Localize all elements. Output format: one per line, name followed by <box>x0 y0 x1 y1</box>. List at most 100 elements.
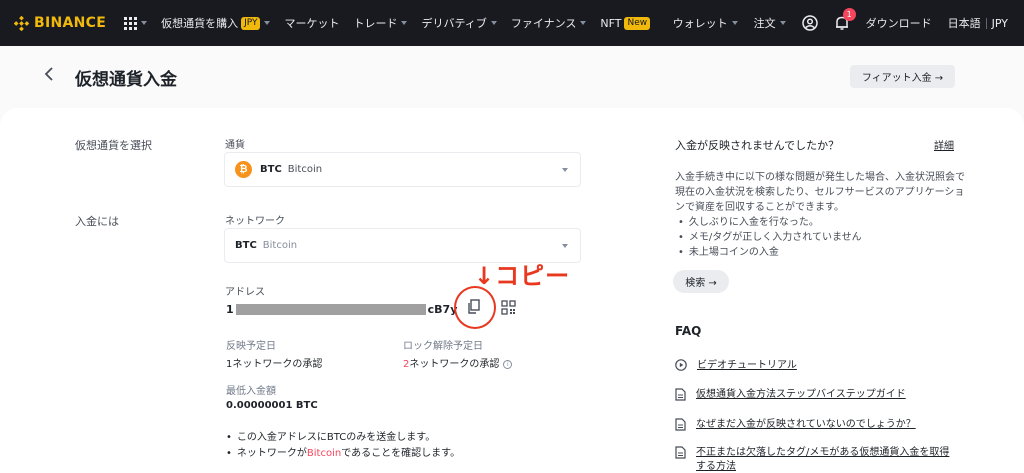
nav-label: ウォレット <box>672 17 728 30</box>
chevron-down-icon <box>731 21 738 25</box>
notification-bell-icon[interactable]: 1 <box>834 8 856 31</box>
faq-title: FAQ <box>675 324 702 338</box>
language-currency-selector[interactable]: 日本語 JPY <box>948 15 1008 31</box>
faq-item-label: 仮想通貨入金方法ステップバイステップガイド <box>696 389 906 400</box>
nav-download[interactable]: ダウンロード <box>866 15 932 31</box>
network-symbol: BTC <box>235 240 257 251</box>
address-start: 1 <box>226 303 234 316</box>
nav-derivatives[interactable]: デリバティブ <box>421 15 497 31</box>
arrival-text: ネットワークの承認 <box>232 359 323 370</box>
nav-label: ファイナンス <box>510 17 577 30</box>
dropdown-caret-icon <box>562 244 568 248</box>
chevron-down-icon <box>580 21 587 25</box>
faq-item-missing-tag[interactable]: 不正または欠落したタグ/メモがある仮想通貨入金を取得する方法 <box>675 446 956 473</box>
address-redaction <box>235 304 426 315</box>
chevron-down-icon <box>779 21 786 25</box>
play-icon <box>675 359 687 371</box>
nav-orders[interactable]: 注文 <box>754 15 786 31</box>
jpy-badge: JPY <box>241 16 261 30</box>
copy-annotation: ↓コピー <box>474 262 571 290</box>
faq-item-not-credited[interactable]: なぜまだ入金が反映されていないのでしょうか？ <box>675 418 956 432</box>
deposit-to-label: 入金には <box>75 215 119 228</box>
currency-select[interactable]: ₿ BTC Bitcoin <box>224 152 581 187</box>
deposit-notes: この入金アドレスにBTCのみを送金します。 ネットワークがBitcoinであるこ… <box>226 430 460 462</box>
help-title: 入金が反映されませんでしたか？ <box>675 139 840 152</box>
nav-trade[interactable]: トレード <box>353 15 408 31</box>
network-name: Bitcoin <box>262 240 298 251</box>
nav-wallet[interactable]: ウォレット <box>673 15 738 31</box>
nav-label: マーケット <box>284 17 340 30</box>
nav-finance[interactable]: ファイナンス <box>511 15 587 31</box>
help-bullet: 久しぶりに入金を行なった。 <box>675 215 862 230</box>
logo-text: BINANCE <box>34 15 107 31</box>
note-text: この入金アドレスにBTCのみを送金します。 <box>236 432 436 443</box>
faq-item-label: ビデオチュートリアル <box>697 360 797 371</box>
info-icon[interactable]: i <box>503 359 513 369</box>
divider <box>985 17 987 29</box>
faq-item-label: 不正または欠落したタグ/メモがある仮想通貨入金を取得する方法 <box>696 447 950 472</box>
language-label: 日本語 <box>947 17 981 30</box>
chevron-down-icon <box>401 21 408 25</box>
nav-right-group: ウォレット 注文 1 ダウンロード 日本語 JPY <box>657 8 1008 31</box>
nav-markets[interactable]: マーケット <box>284 15 339 31</box>
nav-label: ダウンロード <box>865 17 932 30</box>
currency-label: 通貨 <box>225 140 245 151</box>
notification-count-badge: 1 <box>842 8 856 21</box>
deposit-address: 1 cB7y <box>226 303 457 316</box>
fiat-deposit-button[interactable]: フィアット入金 → <box>850 65 955 88</box>
help-bullets: 久しぶりに入金を行なった。 メモ/タグが正しく入力されていません 未上場コインの… <box>675 215 862 260</box>
bitcoin-icon: ₿ <box>235 161 252 178</box>
note-text: であることを確認します。 <box>341 448 461 459</box>
document-icon <box>675 388 686 401</box>
binance-logo-icon <box>14 15 29 31</box>
faq-item-label: なぜまだ入金が反映されていないのでしょうか？ <box>696 419 916 430</box>
note-item: ネットワークがBitcoinであることを確認します。 <box>226 446 460 462</box>
address-label: アドレス <box>225 287 265 298</box>
arrival-value: 1ネットワークの承認 <box>226 355 322 370</box>
nav-nft[interactable]: NFT New <box>600 16 651 30</box>
top-navbar: BINANCE 仮想通貨を購入 JPY マーケット トレード デリバティブ ファ… <box>0 0 1024 46</box>
page-title: 仮想通貨入金 <box>75 70 177 90</box>
dropdown-caret-icon <box>562 168 568 172</box>
unlock-text: ネットワークの承認 <box>409 359 500 370</box>
back-arrow-icon[interactable] <box>42 66 56 86</box>
faq-item-video[interactable]: ビデオチュートリアル <box>675 359 957 373</box>
nav-label: 仮想通貨を購入 <box>161 17 239 30</box>
nav-label: トレード <box>353 17 398 30</box>
qr-code-icon[interactable] <box>501 300 516 319</box>
nav-label: デリバティブ <box>421 17 487 30</box>
search-button[interactable]: 検索 → <box>673 270 729 293</box>
new-badge: New <box>624 16 651 30</box>
currency-symbol: BTC <box>260 164 282 175</box>
currency-name: Bitcoin <box>287 164 323 175</box>
chevron-down-icon <box>141 21 148 25</box>
nav-buy-crypto[interactable]: 仮想通貨を購入 JPY <box>161 15 271 31</box>
address-end: cB7y <box>427 303 458 316</box>
unlock-label: ロック解除予定日 <box>403 341 483 352</box>
nav-label: 注文 <box>753 17 776 30</box>
arrival-label: 反映予定日 <box>226 341 276 352</box>
copy-icon[interactable] <box>467 299 481 319</box>
note-text: ネットワークが <box>236 448 307 459</box>
nav-label: NFT <box>600 16 622 30</box>
min-deposit-value: 0.00000001 BTC <box>226 400 318 411</box>
help-description: 入金手続き中に以下の様な問題が発生した場合、入金状況照会で現在の入金状況を検索し… <box>675 172 965 213</box>
faq-item-guide[interactable]: 仮想通貨入金方法ステップバイステップガイド <box>675 388 956 402</box>
note-item: この入金アドレスにBTCのみを送金します。 <box>226 430 460 446</box>
help-bullet: 未上場コインの入金 <box>675 245 862 260</box>
help-bullet: メモ/タグが正しく入力されていません <box>675 230 862 245</box>
network-highlight: Bitcoin <box>306 448 342 459</box>
apps-grid-icon[interactable] <box>124 16 148 30</box>
details-link[interactable]: 詳細 <box>934 137 954 152</box>
binance-logo[interactable]: BINANCE <box>14 15 106 31</box>
min-deposit-label: 最低入金額 <box>226 386 276 397</box>
document-icon <box>675 418 686 431</box>
profile-icon[interactable] <box>801 15 818 31</box>
select-crypto-label: 仮想通貨を選択 <box>75 139 152 152</box>
unlock-value: 2ネットワークの承認 i <box>403 355 513 370</box>
chevron-down-icon <box>264 21 271 25</box>
currency-label: JPY <box>991 16 1008 30</box>
chevron-down-icon <box>490 21 497 25</box>
network-label: ネットワーク <box>225 216 285 227</box>
document-icon <box>675 446 686 459</box>
